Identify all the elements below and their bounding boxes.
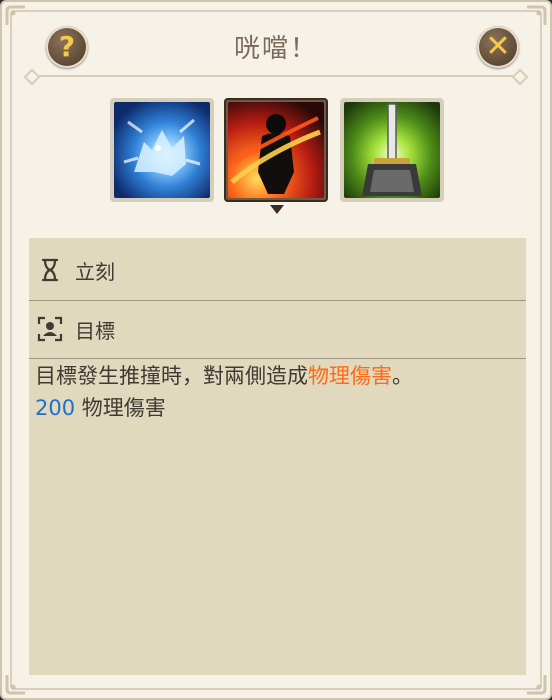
damage-type: 物理傷害 [81,396,166,420]
hourglass-icon [37,257,63,283]
cast-time-value: 立刻 [75,259,115,284]
target-icon [37,316,63,342]
cast-time-row: 立刻 [29,240,526,301]
skill-description: 目標發生推撞時，對兩側造成物理傷害。 200 物理傷害 [35,360,515,424]
selected-skill-indicator [270,205,284,214]
target-value: 目標 [75,318,115,343]
corner-ornament [525,673,547,695]
skill-icon-shadow-strike[interactable] [224,98,328,202]
close-icon: ✕ [485,29,511,64]
holy-sword-icon [344,102,440,198]
title-divider [32,75,520,77]
damage-type-highlight: 物理傷害 [308,364,392,388]
description-end: 。 [392,364,413,388]
shadow-strike-icon [228,102,324,198]
corner-ornament [5,5,27,27]
skill-icon-holy-sword[interactable] [340,98,444,202]
frost-wolf-icon [114,102,210,198]
skill-details: 立刻 目標 目標發生推撞時，對兩側造成物理傷害。 200 物理傷害 [29,238,526,675]
skill-info-panel: ? 咣噹！ ✕ 立刻 目標 目標發生推撞時，對兩側造成物理傷害。 200 物理傷… [0,0,552,700]
skill-icon-frost-wolf[interactable] [110,98,214,202]
corner-ornament [525,5,547,27]
corner-ornament [5,673,27,695]
damage-value: 200 [35,396,76,420]
description-text: 目標發生推撞時，對兩側造成 [35,364,308,388]
skill-title: 咣噹！ [233,34,318,64]
close-button[interactable]: ✕ [477,26,519,68]
target-row: 目標 [29,300,526,359]
